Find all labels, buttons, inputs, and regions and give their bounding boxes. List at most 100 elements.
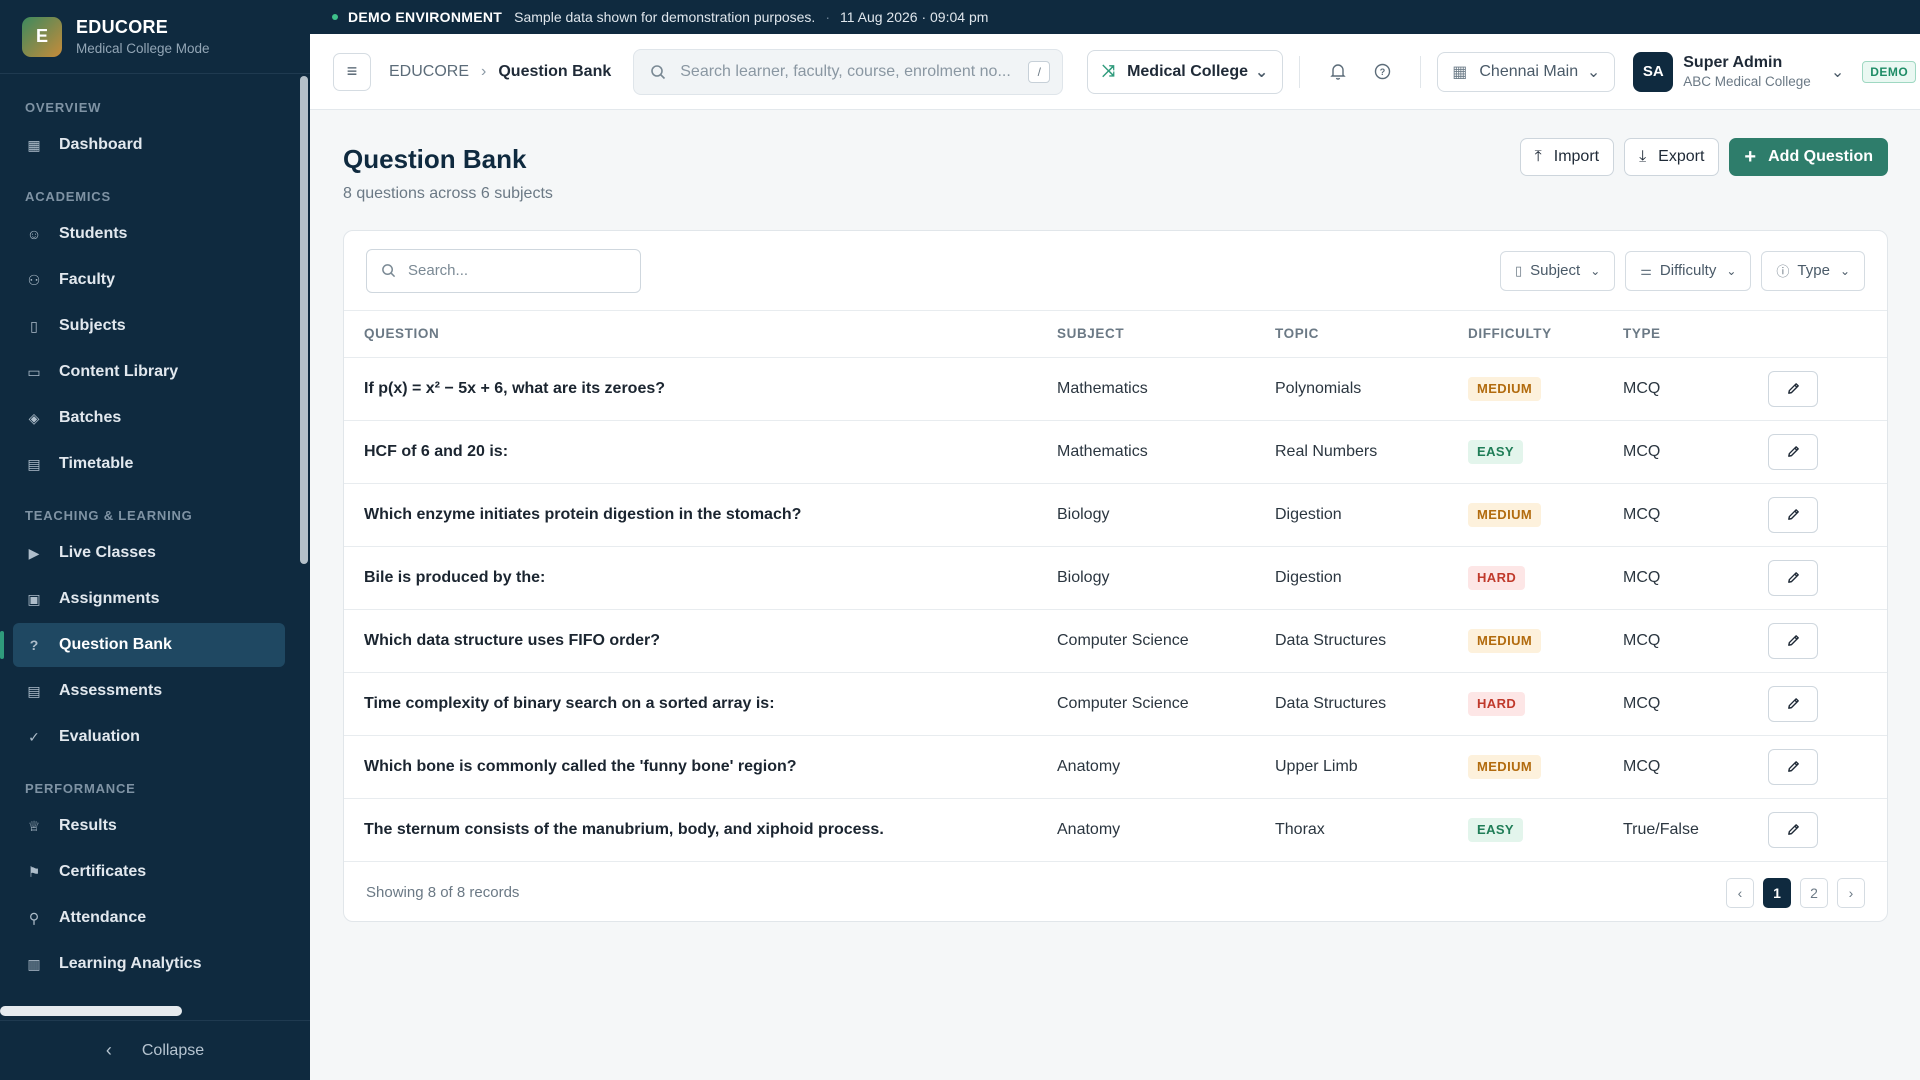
edit-button[interactable]	[1768, 685, 1818, 722]
topic-cell: Data Structures	[1275, 609, 1468, 673]
layers-icon: ◈	[28, 409, 40, 426]
help-circle-icon: ⓘ	[1776, 264, 1790, 279]
sidebar-item-label: Assessments	[59, 682, 163, 699]
subject-filter[interactable]: ▯ Subject ⌄	[1500, 250, 1616, 291]
sidebar-item-faculty[interactable]: ⚇ Faculty	[13, 258, 285, 302]
subject-cell: Anatomy	[1057, 798, 1275, 862]
notifications-button[interactable]	[1324, 58, 1352, 86]
sidebar-item-batches[interactable]: ◈ Batches	[13, 396, 285, 440]
type-cell: MCQ	[1623, 609, 1768, 673]
topic-cell: Real Numbers	[1275, 420, 1468, 484]
user-org: ABC Medical College	[1683, 74, 1811, 89]
sidebar-item-students[interactable]: ☺ Students	[13, 212, 285, 256]
column-header-topic[interactable]: TOPIC	[1275, 311, 1468, 358]
subject-filter-label: Subject	[1530, 262, 1581, 279]
column-header-actions	[1768, 311, 1887, 358]
edit-button[interactable]	[1768, 559, 1818, 596]
bookmark-icon: ⚑	[27, 863, 41, 880]
sidebar-item-learning-analytics[interactable]: ▥ Learning Analytics	[13, 942, 285, 986]
column-header-question[interactable]: QUESTION	[344, 311, 1057, 358]
sidebar-item-attendance[interactable]: ⚲ Attendance	[13, 896, 285, 940]
breadcrumb-root[interactable]: EDUCORE	[389, 63, 469, 81]
sidebar-item-label: Evaluation	[59, 728, 140, 745]
table-header-row: QUESTION SUBJECT TOPIC DIFFICULTY TYPE	[344, 311, 1887, 358]
header-divider	[1420, 55, 1422, 88]
column-header-type[interactable]: TYPE	[1623, 311, 1768, 358]
type-cell: MCQ	[1623, 357, 1768, 421]
table-row: The sternum consists of the manubrium, b…	[344, 798, 1887, 862]
menu-toggle-button[interactable]: ≡	[333, 52, 371, 91]
user-menu[interactable]: SA Super Admin ABC Medical College ⌄	[1633, 50, 1844, 94]
help-button[interactable]: ?	[1368, 58, 1396, 86]
table-search-input[interactable]: Search...	[366, 248, 641, 293]
table-row: Which bone is commonly called the 'funny…	[344, 735, 1887, 799]
search-shortcut-key: /	[1028, 60, 1051, 83]
mode-switcher-button[interactable]: ⤨ Medical College ⌄	[1087, 49, 1284, 94]
table-row: Which enzyme initiates protein digestion…	[344, 483, 1887, 547]
column-header-difficulty[interactable]: DIFFICULTY	[1468, 311, 1623, 358]
shuffle-icon: ⤨	[1102, 62, 1116, 80]
sidebar-hscroll-track	[0, 1006, 310, 1016]
next-page-button[interactable]: ›	[1837, 877, 1865, 908]
sidebar-item-question-bank[interactable]: ? Question Bank	[0, 623, 285, 667]
campus-selector[interactable]: ▦ Chennai Main ⌄	[1437, 51, 1616, 92]
sidebar-item-timetable[interactable]: ▤ Timetable	[13, 442, 285, 486]
breadcrumb-current: Question Bank	[498, 62, 612, 80]
help-circle-icon: ?	[29, 637, 39, 653]
import-button[interactable]: ⤒ Import	[1519, 138, 1615, 176]
chevron-down-icon: ⌄	[1830, 63, 1845, 81]
campus-label: Chennai Main	[1479, 62, 1579, 80]
difficulty-badge: EASY	[1468, 439, 1524, 464]
sidebar-item-assignments[interactable]: ▣ Assignments	[13, 577, 285, 621]
edit-button[interactable]	[1768, 748, 1818, 785]
difficulty-badge: HARD	[1468, 691, 1526, 716]
subject-cell: Computer Science	[1057, 609, 1275, 673]
sidebar-item-assessments[interactable]: ▤ Assessments	[13, 669, 285, 713]
difficulty-cell: HARD	[1468, 546, 1623, 610]
import-label: Import	[1553, 148, 1600, 165]
sidebar-item-label: Live Classes	[59, 544, 156, 561]
status-dot-icon	[332, 14, 338, 20]
sidebar-item-certificates[interactable]: ⚑ Certificates	[13, 850, 285, 894]
global-search-input[interactable]: Search learner, faculty, course, enrolme…	[633, 48, 1064, 95]
pencil-icon	[1787, 383, 1799, 394]
table-footer: Showing 8 of 8 records ‹ 1 2 ›	[344, 862, 1887, 922]
page-1-button[interactable]: 1	[1763, 877, 1791, 908]
global-search-placeholder: Search learner, faculty, course, enrolme…	[680, 62, 1011, 80]
prev-page-button[interactable]: ‹	[1726, 877, 1754, 908]
sidebar-hscrollbar[interactable]	[0, 1006, 182, 1016]
difficulty-cell: EASY	[1468, 798, 1623, 862]
sidebar-item-results[interactable]: ♕ Results	[13, 804, 285, 848]
sidebar-item-label: Learning Analytics	[59, 955, 202, 972]
page-2-button[interactable]: 2	[1800, 877, 1828, 908]
type-filter[interactable]: ⓘ Type ⌄	[1761, 250, 1865, 291]
add-question-button[interactable]: + Add Question	[1729, 138, 1888, 176]
export-button[interactable]: ⤓ Export	[1624, 138, 1720, 176]
type-cell: MCQ	[1623, 546, 1768, 610]
clipboard-icon: ▣	[27, 590, 41, 607]
edit-button[interactable]	[1768, 496, 1818, 533]
top-header: ≡ EDUCORE › Question Bank Search learner…	[310, 34, 1920, 110]
demo-banner-message: Sample data shown for demonstration purp…	[514, 9, 816, 25]
edit-button[interactable]	[1768, 433, 1818, 470]
sidebar-item-live-classes[interactable]: ▶ Live Classes	[13, 531, 285, 575]
chevron-left-icon: ‹	[105, 1040, 112, 1060]
edit-button[interactable]	[1768, 622, 1818, 659]
sidebar-item-subjects[interactable]: ▯ Subjects	[13, 304, 285, 348]
sidebar-section-title: OVERVIEW	[25, 100, 102, 115]
column-header-subject[interactable]: SUBJECT	[1057, 311, 1275, 358]
calendar-check-icon: ▤	[27, 682, 41, 699]
sidebar-item-evaluation[interactable]: ✓ Evaluation	[13, 715, 285, 759]
difficulty-filter[interactable]: ⚌ Difficulty ⌄	[1625, 250, 1752, 291]
building-icon: ▦	[1452, 63, 1468, 81]
sidebar-item-dashboard[interactable]: ▦ Dashboard	[13, 123, 285, 167]
pencil-icon	[1787, 824, 1799, 835]
sidebar-scrollbar[interactable]	[300, 76, 308, 564]
edit-button[interactable]	[1768, 370, 1818, 407]
question-cell: If p(x) = x² − 5x + 6, what are its zero…	[344, 357, 1057, 421]
difficulty-badge: MEDIUM	[1468, 754, 1542, 779]
collapse-button[interactable]: ‹ Collapse	[0, 1020, 310, 1080]
sidebar-item-content-library[interactable]: ▭ Content Library	[13, 350, 285, 394]
user-name: Super Admin	[1683, 54, 1783, 71]
edit-button[interactable]	[1768, 811, 1818, 848]
